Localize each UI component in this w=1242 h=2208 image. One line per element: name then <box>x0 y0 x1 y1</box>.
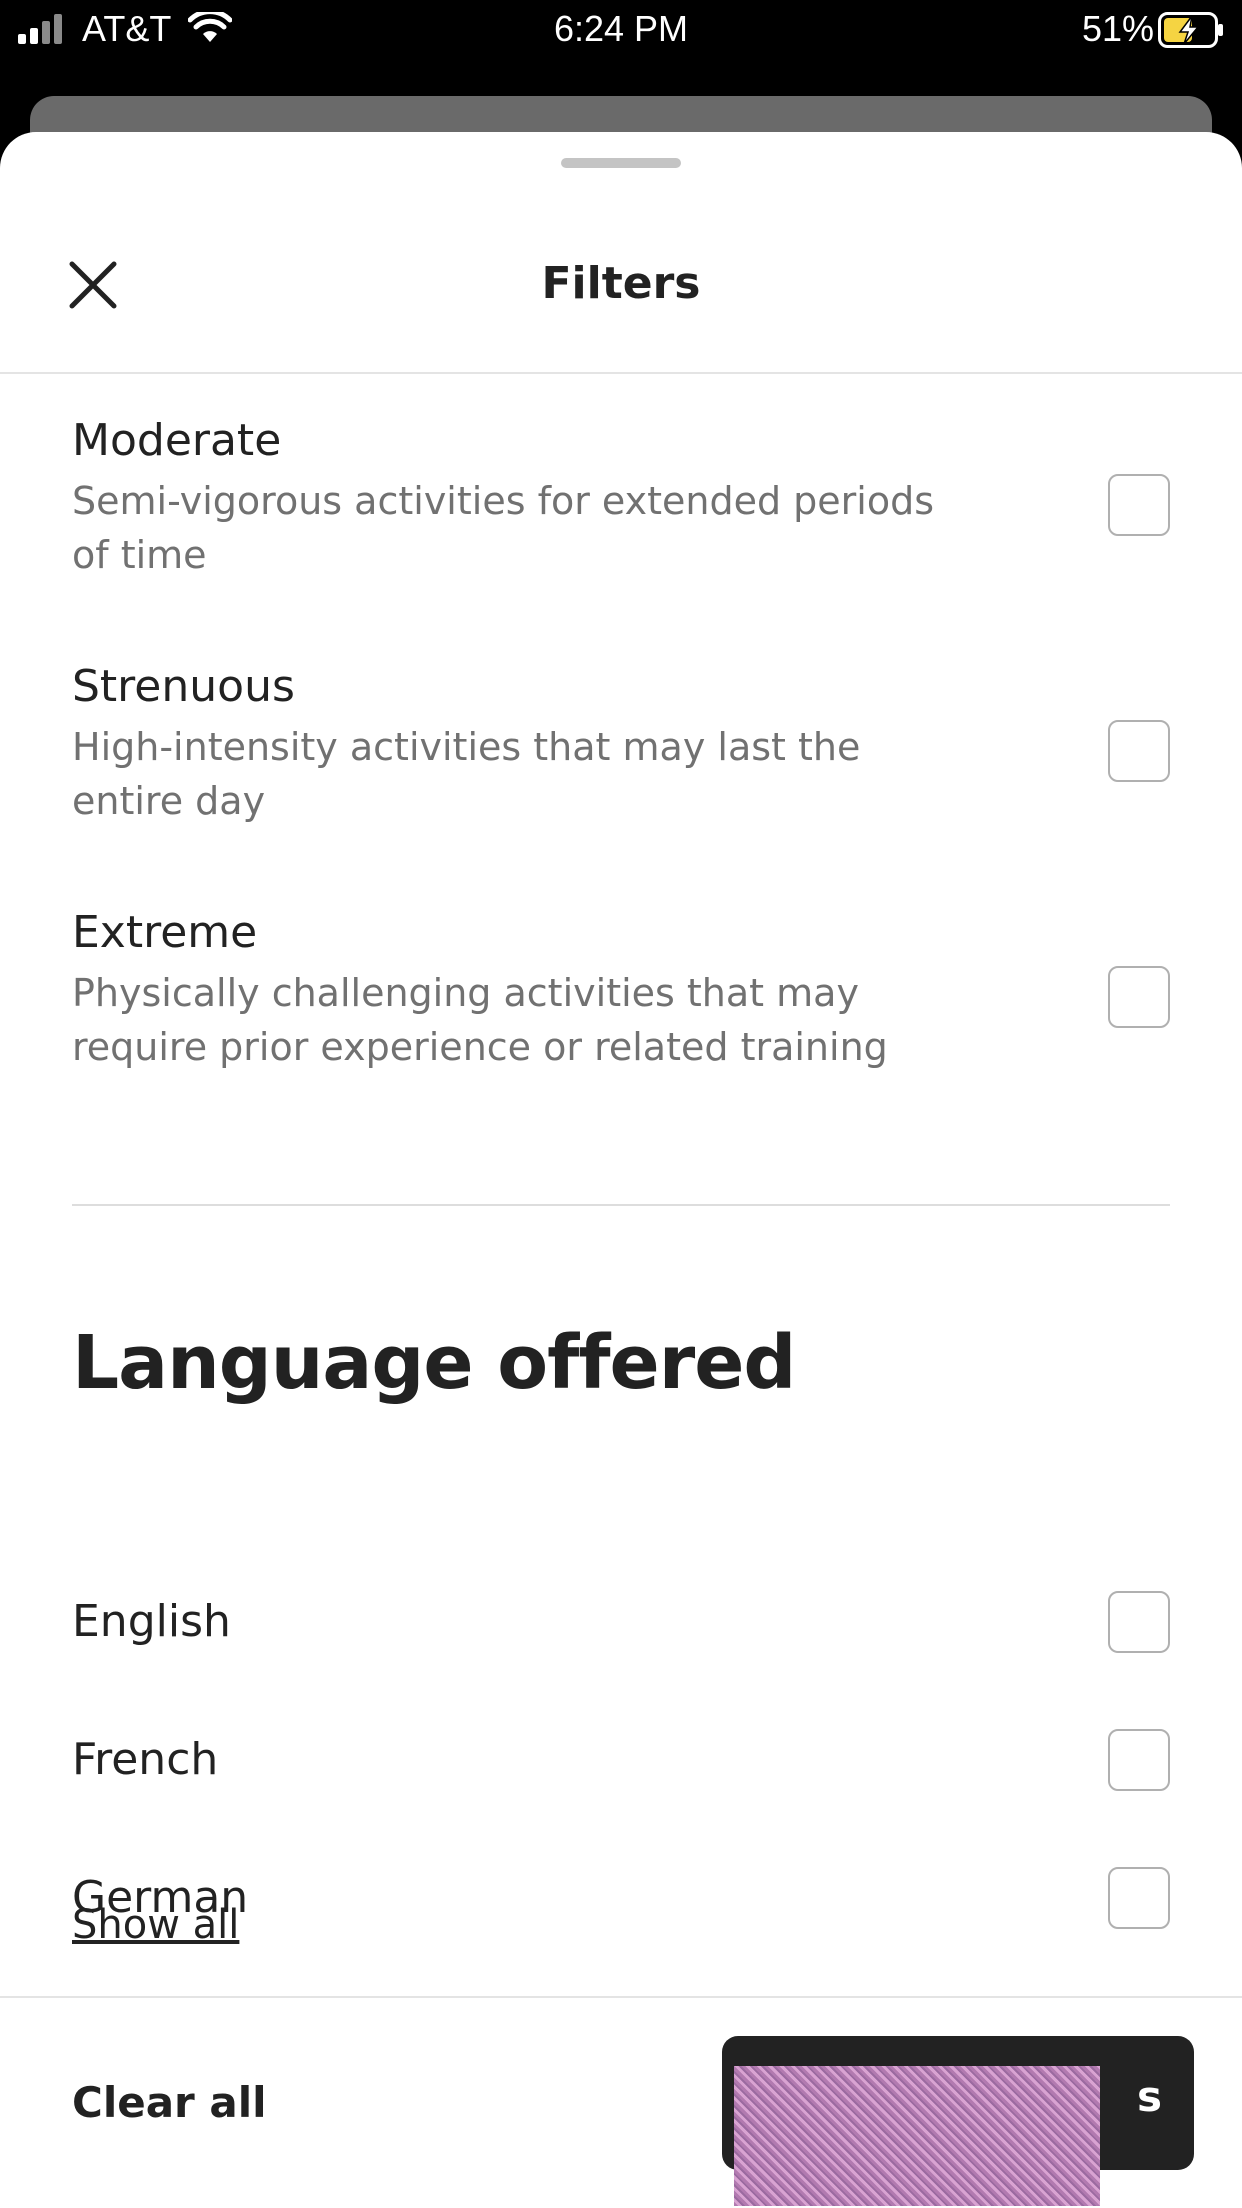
clear-all-button[interactable]: Clear all <box>72 2078 267 2127</box>
language-option-french[interactable]: French <box>72 1726 1170 1794</box>
option-strenuous[interactable]: Strenuous High-intensity activities that… <box>72 660 1170 828</box>
show-results-button-label: s <box>1137 2072 1162 2121</box>
checkbox-moderate[interactable] <box>1108 474 1170 536</box>
section-divider <box>72 1204 1170 1206</box>
option-extreme[interactable]: Extreme Physically challenging activitie… <box>72 906 1170 1074</box>
filters-sheet: Filters Moderate Semi-vigorous activitie… <box>0 132 1242 2208</box>
option-description: Physically challenging activities that m… <box>72 971 888 1069</box>
checkbox-strenuous[interactable] <box>1108 720 1170 782</box>
header-divider <box>0 372 1242 374</box>
checkbox-english[interactable] <box>1108 1591 1170 1653</box>
option-title: Extreme <box>72 907 258 958</box>
battery-percentage: 51% <box>1081 8 1154 49</box>
sheet-grabber[interactable] <box>561 158 681 168</box>
language-section-heading: Language offered <box>72 1320 796 1406</box>
checkbox-french[interactable] <box>1108 1729 1170 1791</box>
language-label: French <box>72 1734 219 1785</box>
checkbox-extreme[interactable] <box>1108 966 1170 1028</box>
option-title: Strenuous <box>72 661 295 712</box>
sheet-title: Filters <box>541 258 701 309</box>
show-all-languages-link[interactable]: Show all <box>72 1902 239 1948</box>
option-description: High-intensity activities that may last … <box>72 725 861 823</box>
option-moderate[interactable]: Moderate Semi-vigorous activities for ex… <box>72 414 1170 582</box>
option-description: Semi-vigorous activities for extended pe… <box>72 479 935 577</box>
status-time: 6:24 PM <box>553 8 689 49</box>
checkbox-german[interactable] <box>1108 1867 1170 1929</box>
language-option-english[interactable]: English <box>72 1588 1170 1656</box>
redacted-overlay <box>734 2066 1100 2206</box>
option-title: Moderate <box>72 415 282 466</box>
battery-charging-icon <box>1158 12 1223 48</box>
footer-divider <box>0 1996 1242 1998</box>
language-label: English <box>72 1596 231 1647</box>
status-bar: AT&T 6:24 PM 51% <box>0 0 1242 58</box>
